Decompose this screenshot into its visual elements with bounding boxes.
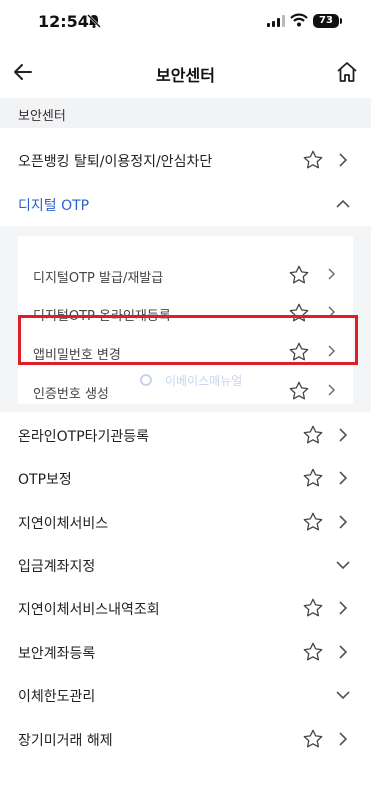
chevron-right-icon[interactable] <box>326 384 338 396</box>
chevron-up-icon[interactable] <box>336 197 350 211</box>
chevron-down-icon[interactable] <box>336 558 350 572</box>
submenu-item-label: 인증번호 생성 <box>33 387 109 402</box>
star-icon[interactable] <box>288 380 310 402</box>
chevron-right-icon[interactable] <box>336 732 350 746</box>
menu-item-label: OTP보정 <box>18 472 72 488</box>
battery-indicator: 73 <box>313 14 339 28</box>
menu-item-label: 입금계좌지정 <box>18 559 96 575</box>
menu-item-label: 이체한도관리 <box>18 689 96 705</box>
watermark-logo-icon <box>140 374 152 386</box>
submenu-item-otp-issue[interactable]: 디지털OTP 발급/재발급 <box>18 254 353 294</box>
star-icon[interactable] <box>302 424 324 446</box>
watermark: 이베이스매뉴얼 <box>165 374 243 388</box>
menu-item-digital-otp[interactable]: 디지털 OTP <box>0 183 371 226</box>
star-icon[interactable] <box>302 728 324 750</box>
battery-cap <box>340 18 342 24</box>
status-bar: 12:54 73 <box>0 0 371 44</box>
menu-item-open-banking[interactable]: 오픈뱅킹 탈퇴/이용정지/안심차단 <box>0 139 371 182</box>
chevron-right-icon[interactable] <box>336 645 350 659</box>
status-time: 12:54 <box>38 12 89 31</box>
menu-item-label: 온라인OTP타기관등록 <box>18 429 150 445</box>
star-icon[interactable] <box>302 467 324 489</box>
menu-item-online-otp[interactable]: 온라인OTP타기관등록 <box>0 414 371 457</box>
nav-bar: 보안센터 <box>0 50 371 94</box>
signal-icon <box>267 15 285 27</box>
menu-item-label: 장기미거래 해제 <box>18 733 113 749</box>
chevron-right-icon[interactable] <box>336 428 350 442</box>
menu-item-delayed-transfer[interactable]: 지연이체서비스 <box>0 501 371 544</box>
highlight-box <box>18 315 358 365</box>
star-icon[interactable] <box>302 597 324 619</box>
star-icon[interactable] <box>302 511 324 533</box>
chevron-right-icon[interactable] <box>336 515 350 529</box>
menu-item-deposit-account[interactable]: 입금계좌지정 <box>0 544 371 587</box>
menu-item-otp-protect[interactable]: OTP보정 <box>0 457 371 500</box>
page-title: 보안센터 <box>156 66 215 85</box>
star-icon[interactable] <box>302 641 324 663</box>
submenu-item-label: 디지털OTP 발급/재발급 <box>33 271 164 286</box>
menu-item-delayed-history[interactable]: 지연이체서비스내역조회 <box>0 587 371 630</box>
bell-muted-icon <box>87 14 101 28</box>
menu-item-transfer-limit[interactable]: 이체한도관리 <box>0 674 371 717</box>
menu-item-label: 지연이체서비스내역조회 <box>18 602 160 618</box>
wifi-icon <box>290 13 308 27</box>
chevron-right-icon[interactable] <box>336 153 350 167</box>
menu-item-label: 디지털 OTP <box>18 198 90 214</box>
menu-item-label: 지연이체서비스 <box>18 516 109 532</box>
chevron-down-icon[interactable] <box>336 688 350 702</box>
menu-item-label: 오픈뱅킹 탈퇴/이용정지/안심차단 <box>18 154 213 170</box>
chevron-right-icon[interactable] <box>336 601 350 615</box>
chevron-right-icon[interactable] <box>326 268 338 280</box>
star-icon[interactable] <box>288 264 310 286</box>
section-header: 보안센터 <box>0 98 371 128</box>
star-icon[interactable] <box>302 149 324 171</box>
menu-item-security-account[interactable]: 보안계좌등록 <box>0 631 371 674</box>
menu-item-dormant-release[interactable]: 장기미거래 해제 <box>0 718 371 761</box>
chevron-right-icon[interactable] <box>336 471 350 485</box>
menu-item-label: 보안계좌등록 <box>18 646 96 662</box>
home-icon[interactable] <box>335 60 359 84</box>
section-header-label: 보안센터 <box>18 109 66 124</box>
